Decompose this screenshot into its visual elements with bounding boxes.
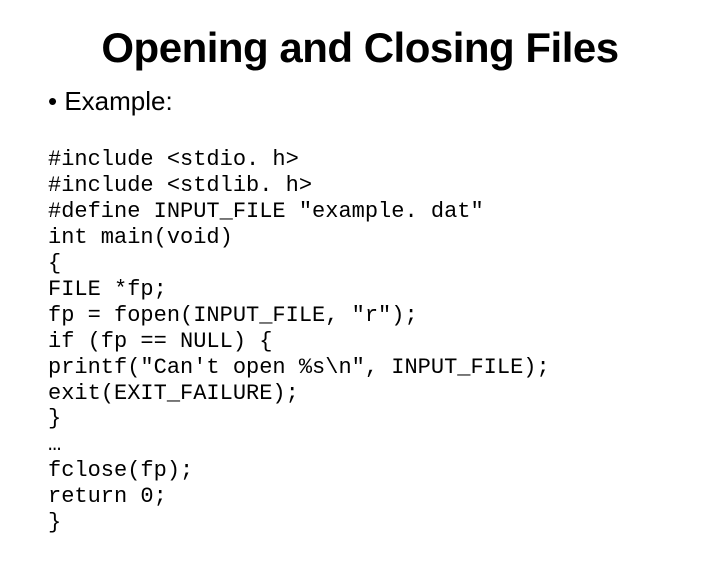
code-line: exit(EXIT_FAILURE);: [48, 381, 299, 406]
slide-title: Opening and Closing Files: [48, 24, 672, 72]
code-line: printf("Can't open %s\n", INPUT_FILE);: [48, 355, 550, 380]
code-line: #include <stdlib. h>: [48, 173, 312, 198]
code-line: {: [48, 251, 61, 276]
code-line: if (fp == NULL) {: [48, 329, 272, 354]
code-line: …: [48, 432, 61, 457]
code-line: int main(void): [48, 225, 233, 250]
code-line: FILE *fp;: [48, 277, 167, 302]
bullet-example: • Example:: [48, 86, 672, 117]
code-line: fp = fopen(INPUT_FILE, "r");: [48, 303, 418, 328]
code-block: #include <stdio. h> #include <stdlib. h>…: [48, 121, 672, 562]
code-line: #define INPUT_FILE "example. dat": [48, 199, 484, 224]
code-line: }: [48, 406, 61, 431]
slide-container: Opening and Closing Files • Example: #in…: [0, 0, 720, 540]
code-line: #include <stdio. h>: [48, 147, 299, 172]
code-line: return 0;: [48, 484, 167, 509]
code-line: }: [48, 510, 61, 535]
code-line: fclose(fp);: [48, 458, 193, 483]
